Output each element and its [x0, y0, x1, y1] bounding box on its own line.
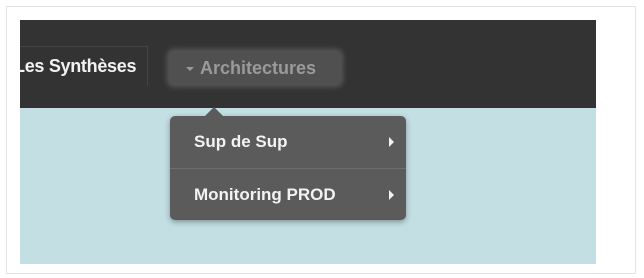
- dropdown-pointer: [205, 107, 223, 116]
- menu-item-label: Sup de Sup: [194, 132, 288, 151]
- architectures-dropdown-menu: Sup de Sup Monitoring PROD: [170, 116, 406, 220]
- chevron-right-icon: [389, 137, 394, 147]
- top-navigation-bar: Les Synthèses Architectures: [20, 20, 596, 108]
- menu-item-label: Monitoring PROD: [194, 184, 336, 204]
- menu-item-monitoring-prod[interactable]: Monitoring PROD: [170, 168, 406, 220]
- tab-syntheses-label: Les Synthèses: [20, 56, 137, 76]
- app-window: Les Synthèses Architectures Sup de Sup M…: [20, 20, 596, 264]
- tab-architectures-label: Architectures: [200, 57, 317, 78]
- chevron-right-icon: [389, 189, 394, 200]
- tab-syntheses[interactable]: Les Synthèses: [20, 46, 148, 86]
- caret-down-icon: [186, 66, 194, 71]
- menu-item-sup-de-sup[interactable]: Sup de Sup: [170, 116, 406, 168]
- tab-architectures[interactable]: Architectures: [170, 52, 340, 84]
